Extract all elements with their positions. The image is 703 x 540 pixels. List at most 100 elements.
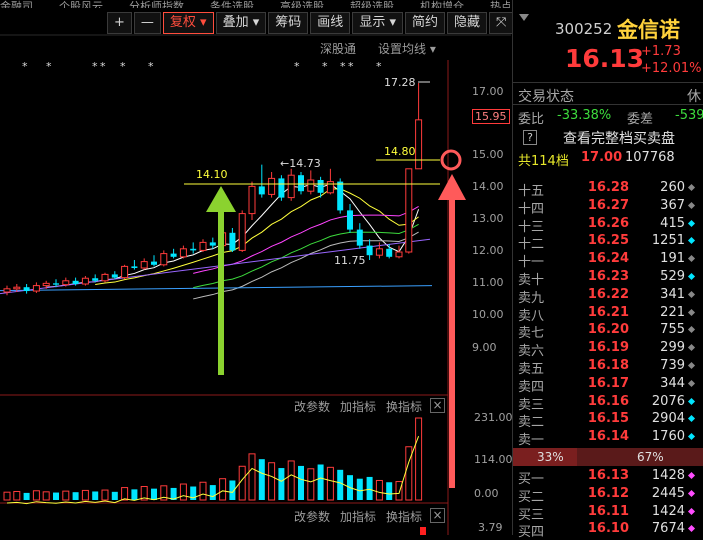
level-volume: 367	[660, 197, 685, 213]
level-label: 十五	[518, 184, 545, 199]
level-volume: 260	[660, 180, 685, 195]
level-price: 16.23	[587, 269, 629, 284]
volume-bar	[179, 483, 187, 501]
volume-bar	[375, 479, 383, 501]
level-marker-icon	[687, 219, 696, 227]
ask-row[interactable]: 十一 16.24 191	[513, 251, 703, 270]
ind-add-indicator-button[interactable]: 加指标	[340, 508, 376, 525]
price-axis-label: 9.00	[472, 341, 497, 354]
level-marker-icon	[687, 255, 696, 263]
ask-row[interactable]: 卖二 16.15 2904	[513, 411, 703, 430]
candle-body	[366, 245, 373, 256]
volume-bar	[258, 459, 265, 500]
bid-row[interactable]: 买三 16.11 1424	[513, 503, 703, 523]
high-price-label: 17.28	[384, 76, 416, 89]
ask-row[interactable]: 卖四 16.17 344	[513, 376, 703, 395]
level-label: 卖七	[518, 326, 545, 342]
full-orderbook-link[interactable]: 查看完整档买卖盘	[563, 128, 675, 148]
ind-param-button[interactable]: 改参数	[294, 508, 330, 525]
level-price: 16.15	[587, 411, 629, 427]
bid-row[interactable]: 买二 16.12 2445	[513, 485, 703, 505]
volume-bar	[209, 485, 216, 500]
level-volume: 1760	[651, 429, 685, 445]
vol-close-icon[interactable]: ×	[430, 398, 445, 413]
indicator-bar	[420, 527, 426, 535]
ind-swap-indicator-button[interactable]: 换指标	[386, 508, 422, 525]
level-price: 16.22	[587, 286, 629, 302]
volume-bar	[23, 492, 30, 500]
signal-star-icon: *	[294, 60, 300, 73]
volume-bar	[72, 492, 79, 500]
candle-body	[278, 178, 285, 198]
volume-bar	[395, 481, 403, 501]
signal-star-icon: *	[340, 60, 346, 73]
volume-bar	[337, 469, 344, 500]
level-label: 卖四	[518, 379, 545, 395]
level-price: 16.27	[587, 197, 629, 213]
ask-row[interactable]: 卖十 16.23 529	[513, 269, 703, 288]
ask-row[interactable]: 十五 16.28 260	[513, 180, 703, 199]
candle-body	[72, 280, 79, 284]
level-marker-icon	[687, 507, 696, 515]
candle-body	[326, 181, 334, 194]
ask-row[interactable]: 卖八 16.21 221	[513, 305, 703, 324]
level-price: 16.13	[587, 468, 629, 483]
red-arrow-shaft	[449, 198, 455, 488]
level-volume: 341	[660, 286, 685, 302]
ask-row[interactable]: 十三 16.26 415	[513, 216, 703, 235]
buy-ratio: 67%	[637, 450, 664, 464]
level-marker-icon	[687, 183, 696, 192]
ask-row[interactable]: 十二 16.25 1251	[513, 233, 703, 252]
vol-swap-indicator-button[interactable]: 换指标	[386, 398, 422, 415]
stock-name: 金信诺	[617, 18, 680, 42]
candle-body	[32, 285, 40, 292]
ask-row[interactable]: 卖三 16.16 2076	[513, 394, 703, 413]
price-axis-label: 11.00	[472, 276, 504, 289]
candle-body	[179, 248, 187, 258]
level-price: 16.19	[587, 340, 629, 356]
bid-row[interactable]: 买一 16.13 1428	[513, 468, 703, 487]
level-marker-icon	[687, 489, 696, 497]
ind-close-icon[interactable]: ×	[430, 508, 445, 523]
level-price: 16.12	[587, 485, 629, 501]
ask-row[interactable]: 卖九 16.22 341	[513, 286, 703, 306]
volume-bar	[199, 481, 207, 501]
candle-body	[160, 253, 168, 266]
level-label: 十三	[518, 219, 545, 235]
collapse-icon[interactable]	[519, 14, 529, 21]
volume-bar	[32, 490, 40, 501]
level-marker-icon	[687, 397, 696, 405]
level-volume: 2904	[651, 411, 685, 427]
level-label: 卖一	[518, 433, 545, 449]
vol-add-indicator-button[interactable]: 加指标	[340, 398, 376, 415]
level-price: 16.28	[587, 180, 629, 195]
ask-row[interactable]: 卖七 16.20 755	[513, 322, 703, 342]
volume-bar	[287, 460, 295, 501]
ask-row[interactable]: 卖六 16.19 299	[513, 340, 703, 359]
price-axis-label: 10.00	[472, 308, 504, 321]
price-change-pct: +12.01%	[641, 61, 702, 76]
signal-star-icon: *	[22, 60, 28, 73]
help-icon[interactable]: ?	[523, 130, 537, 145]
signal-star-icon: *	[148, 60, 154, 73]
candle-body	[81, 277, 89, 285]
ask-row[interactable]: 卖五 16.18 739	[513, 358, 703, 377]
level-marker-icon	[687, 361, 696, 370]
volume-bar	[366, 476, 373, 500]
vol-param-button[interactable]: 改参数	[294, 398, 330, 415]
ind-axis-value: 3.79	[478, 521, 503, 534]
trade-status-value: 休	[687, 89, 701, 105]
bid-row[interactable]: 买四 16.10 7674	[513, 521, 703, 540]
level-marker-icon	[687, 272, 696, 281]
ask-row[interactable]: 十四 16.27 367	[513, 197, 703, 217]
volume-bar	[92, 491, 99, 500]
level-marker-icon	[687, 525, 696, 533]
signal-star-icon: *	[92, 60, 98, 73]
level-price: 16.11	[587, 503, 629, 519]
buy-sell-ratio-bar: 33% 67%	[513, 448, 703, 466]
level-label: 十四	[518, 201, 545, 217]
price-axis-label: 15.00	[472, 148, 504, 161]
kline-chart[interactable]: * * * * * * * * * * * 17.28←14.7311.7514.1014.80	[0, 0, 512, 535]
candle-body	[13, 286, 21, 290]
ask-row[interactable]: 卖一 16.14 1760	[513, 429, 703, 449]
